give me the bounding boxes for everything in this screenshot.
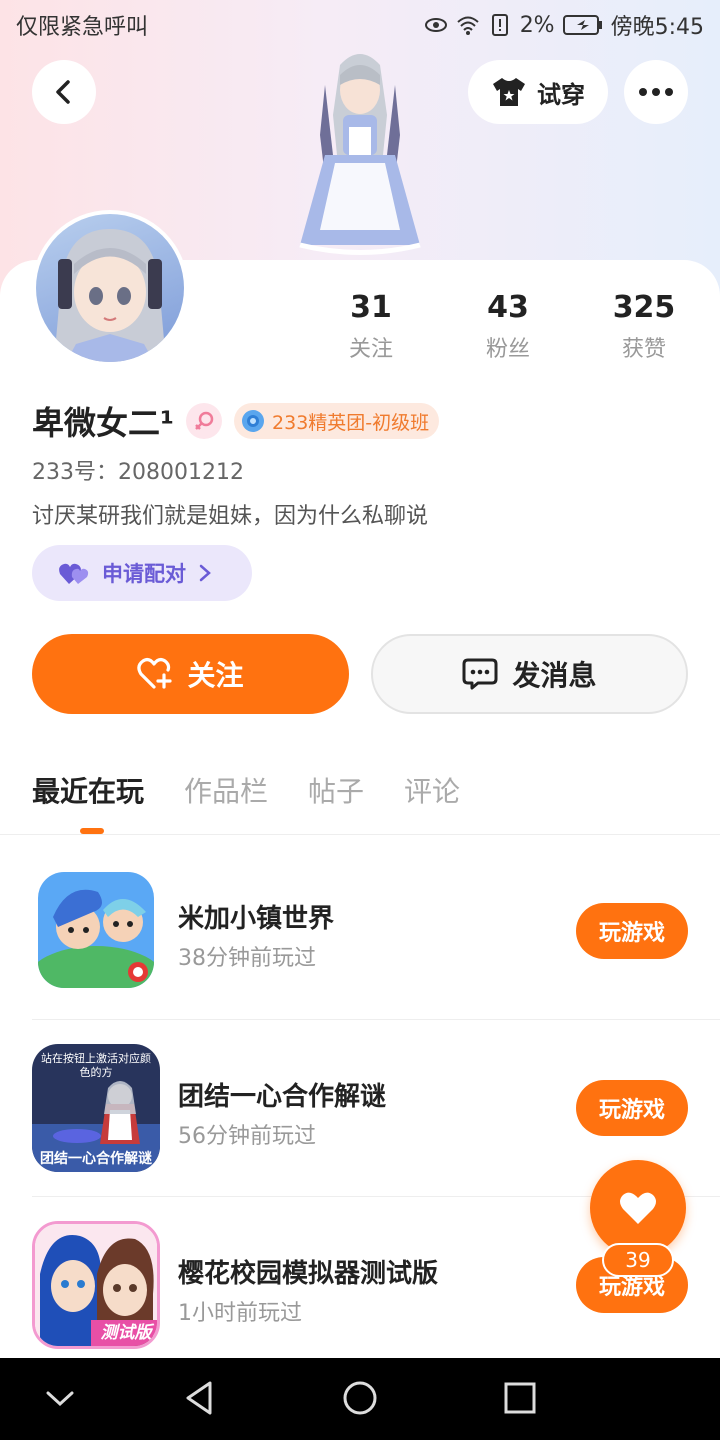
following-count: 31	[350, 290, 392, 325]
like-fab-button[interactable]	[590, 1160, 686, 1256]
game-last-played: 56分钟前玩过	[178, 1124, 316, 1149]
heart-plus-icon	[137, 657, 173, 689]
nav-back-icon[interactable]	[180, 1378, 220, 1418]
likes-count: 325	[612, 290, 676, 325]
try-on-button[interactable]: 试穿	[468, 60, 608, 124]
username: 卑微女二¹	[32, 404, 175, 442]
like-count-badge: 39	[602, 1243, 674, 1277]
tshirt-icon	[493, 78, 525, 106]
stat-followers[interactable]: 43 粉丝	[448, 290, 568, 363]
avatar-3d-character[interactable]	[285, 45, 435, 265]
followers-count: 43	[487, 290, 529, 325]
clock: 傍晚5:45	[610, 15, 704, 40]
eye-icon	[424, 18, 447, 32]
profile-tabs: 最近在玩 作品栏 帖子 评论	[32, 770, 460, 810]
play-game-button[interactable]: 玩游戏	[576, 903, 688, 959]
chevron-left-icon	[56, 80, 70, 104]
female-gender-icon	[186, 403, 223, 439]
system-navigation-bar	[0, 1358, 720, 1440]
game-icon-caption-bottom: 团结一心合作解谜	[40, 1151, 152, 1167]
group-badge-label: 233精英团-初级班	[272, 411, 430, 434]
tab-recently-played[interactable]: 最近在玩	[32, 770, 144, 810]
battery-percent: 2%	[519, 12, 555, 38]
game-last-played: 38分钟前玩过	[178, 946, 316, 971]
send-message-label: 发消息	[512, 659, 597, 692]
back-button[interactable]	[32, 60, 96, 124]
double-heart-icon	[59, 563, 89, 584]
list-item-game[interactable]: 米加小镇世界 38分钟前玩过 玩游戏	[32, 842, 720, 1018]
user-id: 233号：208001212	[32, 460, 244, 485]
name-row: 卑微女二¹ 233精英团-初级班	[32, 398, 440, 444]
game-last-played: 1小时前玩过	[178, 1301, 302, 1326]
game-icon-teamwork-puzzle: 站在按钮上激活对应颜色的方 团结一心合作解谜	[32, 1044, 160, 1172]
tabs-divider	[0, 834, 720, 835]
game-icon-miga	[38, 872, 154, 988]
follow-label: 关注	[187, 659, 244, 692]
carrier-text: 仅限紧急呼叫	[16, 15, 149, 40]
status-bar: 仅限紧急呼叫 2% 傍晚5:45	[0, 0, 720, 50]
gear-badge-icon	[242, 410, 265, 432]
request-match-label: 申请配对	[102, 562, 186, 586]
game-title: 团结一心合作解谜	[178, 1082, 387, 1112]
game-title: 米加小镇世界	[178, 904, 335, 934]
stat-likes[interactable]: 325 获赞	[584, 290, 704, 363]
game-icon-caption-top: 站在按钮上激活对应颜色的方	[41, 1052, 151, 1079]
tab-posts[interactable]: 帖子	[308, 770, 364, 810]
avatar[interactable]	[32, 210, 188, 366]
likes-label: 获赞	[621, 337, 666, 362]
tab-comments[interactable]: 评论	[404, 770, 460, 810]
game-title: 樱花校园模拟器测试版	[178, 1259, 439, 1289]
sim-alert-icon	[491, 14, 508, 36]
battery-icon	[562, 15, 602, 35]
following-label: 关注	[348, 337, 393, 362]
group-badge[interactable]: 233精英团-初级班	[234, 403, 440, 439]
request-match-button[interactable]: 申请配对	[32, 545, 252, 601]
wifi-icon	[457, 16, 479, 35]
send-message-button[interactable]: 发消息	[371, 634, 688, 714]
stat-following[interactable]: 31 关注	[311, 290, 431, 363]
tab-works[interactable]: 作品栏	[184, 770, 268, 810]
avatar-image	[54, 229, 166, 362]
game-icon-badge: 测试版	[100, 1323, 152, 1343]
game-icon-sakura-school: 测试版	[32, 1221, 160, 1349]
play-game-button[interactable]: 玩游戏	[576, 1080, 688, 1136]
follow-button[interactable]: 关注	[32, 634, 349, 714]
chevron-right-icon	[199, 564, 211, 582]
nav-recents-icon[interactable]	[500, 1378, 540, 1418]
chat-bubble-icon	[462, 658, 498, 690]
chevron-down-icon[interactable]	[40, 1378, 80, 1418]
heart-icon	[620, 1192, 656, 1224]
nav-home-icon[interactable]	[340, 1378, 380, 1418]
followers-label: 粉丝	[485, 337, 530, 362]
more-dots-icon	[639, 88, 673, 96]
more-button[interactable]	[624, 60, 688, 124]
user-bio: 讨厌某研我们就是姐妹，因为什么私聊说	[32, 504, 429, 529]
try-on-label: 试穿	[537, 80, 585, 109]
